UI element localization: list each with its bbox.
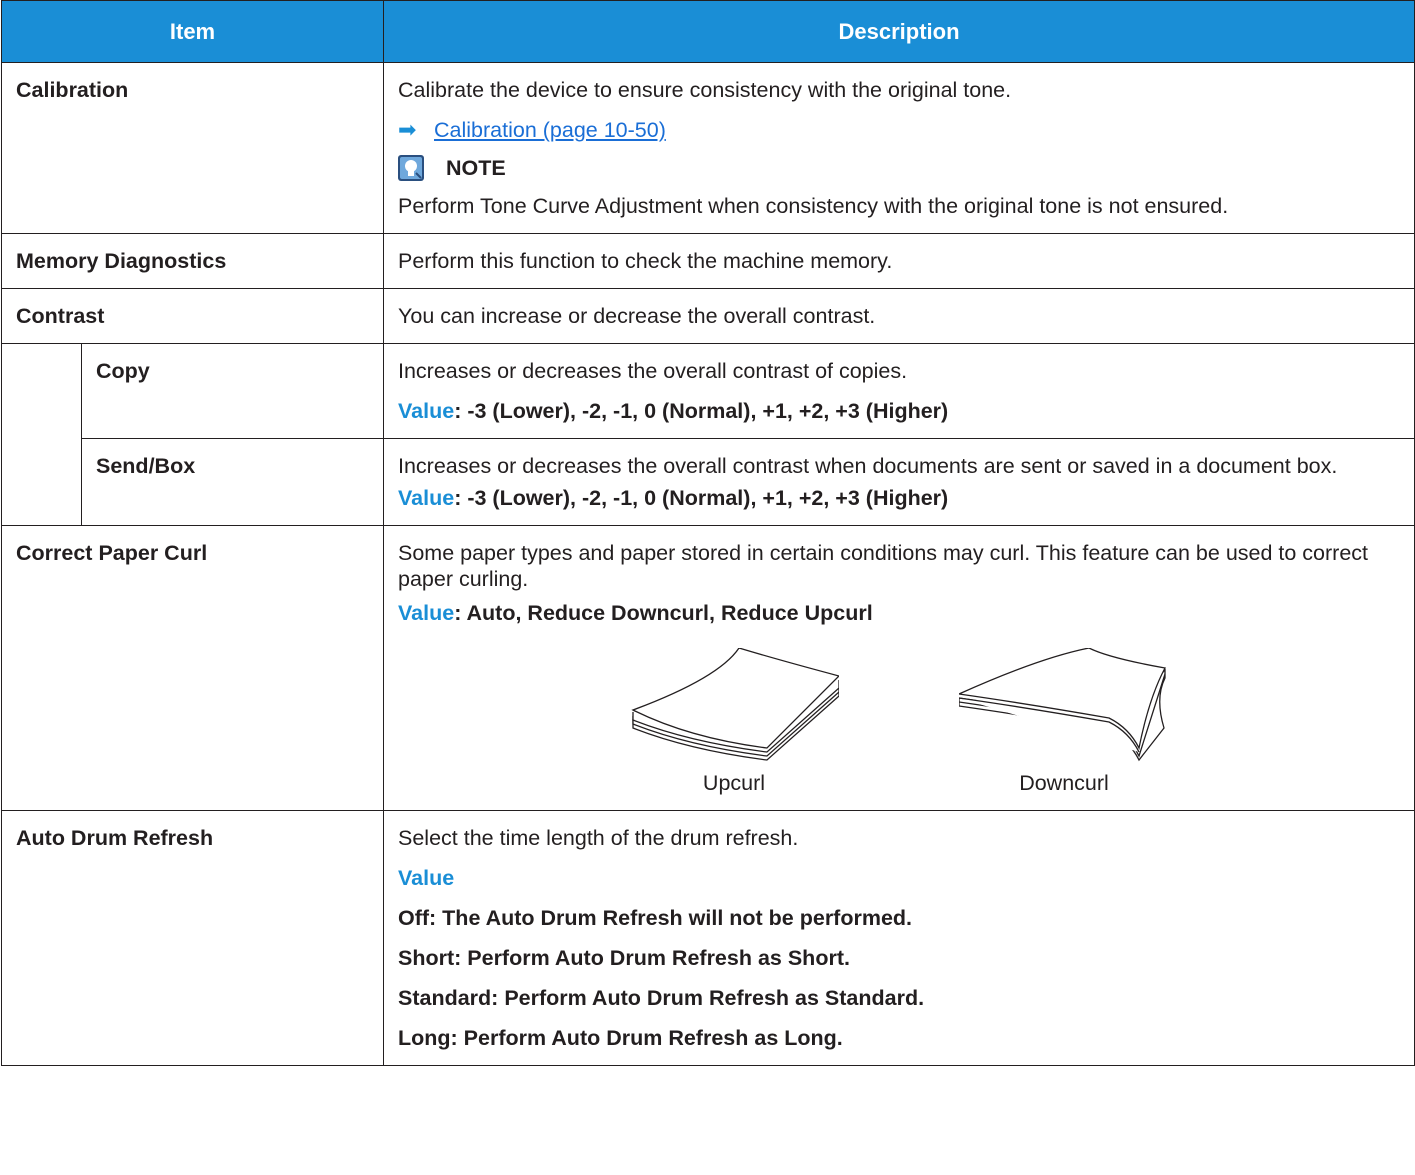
- value-label: Value: [398, 486, 455, 510]
- curl-desc: Some paper types and paper stored in cer…: [398, 541, 1369, 591]
- table-row-calibration: Calibration Calibrate the device to ensu…: [1, 62, 1415, 234]
- note-header: NOTE: [398, 155, 1400, 181]
- indent-cell: [1, 343, 82, 526]
- sendbox-desc: Increases or decreases the overall contr…: [398, 454, 1338, 478]
- upcurl-caption: Upcurl: [702, 771, 766, 795]
- item-calibration: Calibration: [1, 62, 384, 234]
- sendbox-value: Value: -3 (Lower), -2, -1, 0 (Normal), +…: [398, 485, 1400, 511]
- downcurl-figure: Downcurl: [959, 648, 1169, 796]
- item-copy: Copy: [81, 343, 384, 439]
- description-drum: Select the time length of the drum refre…: [383, 810, 1415, 1066]
- drum-value-off: Off: The Auto Drum Refresh will not be p…: [398, 906, 913, 930]
- table-row-drum: Auto Drum Refresh Select the time length…: [1, 810, 1415, 1066]
- note-text: Perform Tone Curve Adjustment when consi…: [398, 194, 1229, 218]
- table-row-copy: Copy Increases or decreases the overall …: [1, 343, 1415, 526]
- drum-value-standard: Standard: Perform Auto Drum Refresh as S…: [398, 986, 925, 1010]
- downcurl-paper-illustration: [959, 648, 1166, 762]
- table-row-memory: Memory Diagnostics Perform this function…: [1, 233, 1415, 289]
- calibration-link[interactable]: Calibration (page 10-50): [434, 118, 666, 142]
- table-header-row: Item Description: [1, 0, 1415, 63]
- description-curl: Some paper types and paper stored in cer…: [383, 525, 1415, 811]
- upcurl-paper-illustration: [631, 648, 839, 761]
- drum-value-label: Value: [398, 866, 455, 890]
- item-contrast: Contrast: [1, 288, 384, 344]
- table-row-sendbox: Send/Box Increases or decreases the over…: [2, 438, 1415, 526]
- calibration-link-line: ➡ Calibration (page 10-50): [398, 117, 1400, 143]
- table-row-contrast: Contrast You can increase or decrease th…: [1, 288, 1415, 344]
- description-memory: Perform this function to check the machi…: [383, 233, 1415, 289]
- upcurl-figure: Upcurl: [629, 648, 839, 796]
- curl-figure: Upcurl Downcurl: [398, 648, 1400, 796]
- drum-desc: Select the time length of the drum refre…: [398, 826, 799, 850]
- drum-value-long: Long: Perform Auto Drum Refresh as Long.: [398, 1026, 843, 1050]
- item-sendbox: Send/Box: [81, 438, 384, 526]
- description-sendbox: Increases or decreases the overall contr…: [383, 438, 1415, 526]
- description-copy: Increases or decreases the overall contr…: [383, 343, 1415, 439]
- header-description: Description: [383, 0, 1415, 63]
- item-memory: Memory Diagnostics: [1, 233, 384, 289]
- curl-value: Value: Auto, Reduce Downcurl, Reduce Upc…: [398, 600, 1400, 626]
- note-lightbulb-icon: [398, 155, 424, 181]
- value-text: : -3 (Lower), -2, -1, 0 (Normal), +1, +2…: [454, 399, 949, 423]
- value-text: : -3 (Lower), -2, -1, 0 (Normal), +1, +2…: [454, 486, 949, 510]
- description-contrast: You can increase or decrease the overall…: [383, 288, 1415, 344]
- value-label: Value: [398, 399, 455, 423]
- copy-desc: Increases or decreases the overall contr…: [398, 359, 908, 383]
- drum-value-short: Short: Perform Auto Drum Refresh as Shor…: [398, 946, 850, 970]
- value-text: : Auto, Reduce Downcurl, Reduce Upcurl: [454, 601, 873, 625]
- table-row-curl: Correct Paper Curl Some paper types and …: [1, 525, 1415, 811]
- note-title: NOTE: [446, 156, 506, 180]
- item-drum: Auto Drum Refresh: [1, 810, 384, 1066]
- item-curl: Correct Paper Curl: [1, 525, 384, 811]
- downcurl-caption: Downcurl: [1019, 771, 1109, 795]
- settings-table: Item Description Calibration Calibrate t…: [1, 0, 1415, 1066]
- header-item: Item: [1, 0, 384, 63]
- value-label: Value: [398, 601, 455, 625]
- description-calibration: Calibrate the device to ensure consisten…: [383, 62, 1415, 234]
- arrow-right-icon: ➡: [398, 117, 417, 142]
- calibration-desc: Calibrate the device to ensure consisten…: [398, 78, 1012, 102]
- copy-value: Value: -3 (Lower), -2, -1, 0 (Normal), +…: [398, 398, 1400, 424]
